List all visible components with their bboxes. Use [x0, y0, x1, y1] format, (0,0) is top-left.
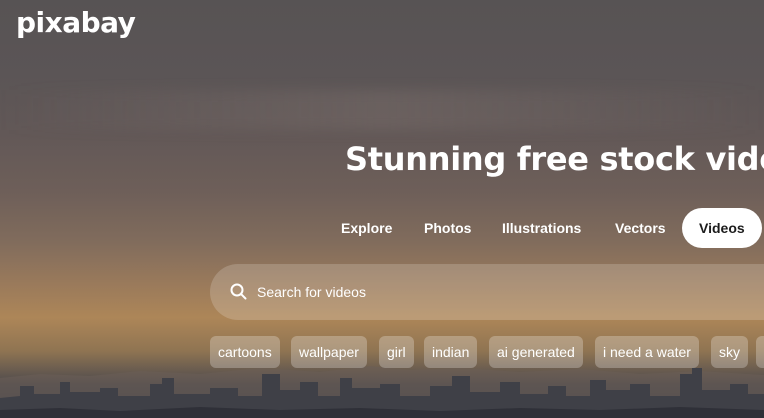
suggestion-chip-ai-generated[interactable]: ai generated [489, 336, 583, 368]
suggestion-chip-indian[interactable]: indian [424, 336, 478, 368]
sky-haze [0, 90, 764, 130]
tab-photos[interactable]: Photos [424, 208, 471, 248]
suggestion-chip-sky[interactable]: sky [711, 336, 748, 368]
suggestion-chips: cartoons wallpaper girl indian ai genera… [0, 336, 764, 368]
tab-illustrations[interactable]: Illustrations [502, 208, 581, 248]
tab-explore[interactable]: Explore [341, 208, 392, 248]
suggestion-chip-cartoons[interactable]: cartoons [210, 336, 280, 368]
suggestion-chip-wallpaper[interactable]: wallpaper [291, 336, 367, 368]
pixabay-logo[interactable]: pixabay [16, 6, 136, 40]
hero-background: pixabay Stunning free stock video f Expl… [0, 0, 764, 418]
search-bar[interactable]: Search for videos [210, 264, 764, 320]
tab-videos[interactable]: Videos [682, 208, 762, 248]
media-type-tabs: Explore Photos Illustrations Vectors Vid… [0, 208, 764, 248]
suggestion-chip-overflow[interactable] [756, 336, 764, 368]
hero-headline: Stunning free stock video f [345, 140, 764, 178]
search-icon[interactable] [229, 282, 249, 302]
search-input[interactable]: Search for videos [257, 264, 366, 320]
suggestion-chip-girl[interactable]: girl [379, 336, 414, 368]
suggestion-chip-i-need-a-water[interactable]: i need a water [595, 336, 699, 368]
tab-vectors[interactable]: Vectors [615, 208, 666, 248]
